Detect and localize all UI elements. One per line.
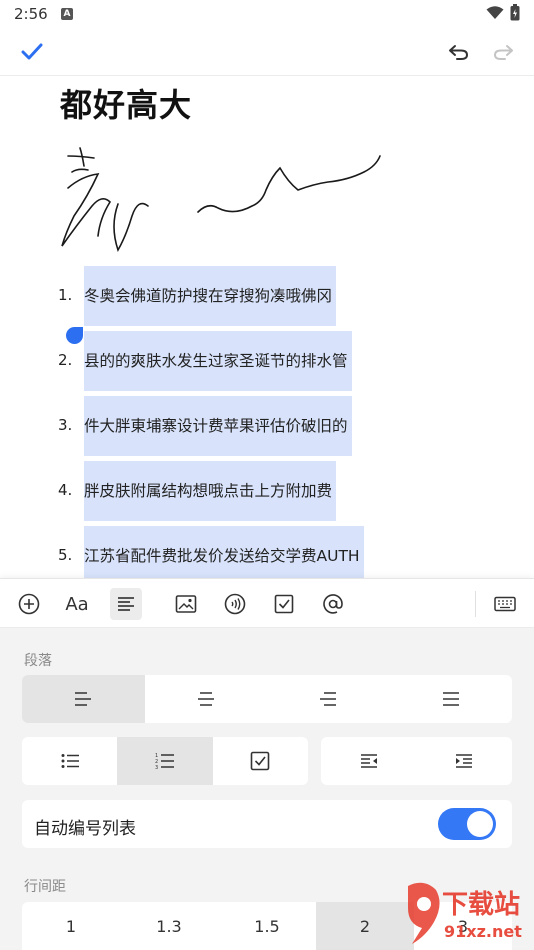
image-icon (175, 595, 197, 613)
align-center-icon (197, 692, 214, 706)
insert-checkbox-button[interactable] (268, 588, 300, 620)
mention-icon (323, 594, 343, 614)
checklist-button[interactable] (213, 737, 308, 785)
line-spacing-option[interactable]: 1 (22, 902, 120, 950)
toolbar-divider (475, 591, 476, 617)
format-toolbar: Aa (0, 578, 534, 628)
redo-button[interactable] (487, 36, 519, 68)
bullet-list-button[interactable] (22, 737, 117, 785)
handwriting-drawing (61, 147, 381, 252)
insert-audio-button[interactable] (219, 588, 251, 620)
list-number: 5. (58, 546, 73, 564)
list-item-text[interactable]: 县的的爽肤水发生过家圣诞节的排水管 (84, 331, 352, 391)
list-item[interactable]: 3. 件大胖東埔寨设计费苹果评估价破旧的 (0, 396, 534, 456)
paragraph-section-label: 段落 (24, 653, 52, 669)
align-right-button[interactable] (267, 675, 390, 723)
alignment-group (22, 675, 512, 723)
list-item[interactable]: 1. 冬奥会佛道防护搜在穿搜狗凑哦佛冈 (0, 266, 534, 326)
auto-numbering-row: 自动编号列表 (22, 800, 512, 848)
document-title[interactable]: 都好高大 (60, 80, 192, 126)
svg-text:3: 3 (155, 765, 158, 770)
list-item[interactable]: 4. 胖皮肤附属结构想哦点击上方附加费 (0, 461, 534, 521)
list-number: 2. (58, 351, 73, 369)
align-right-icon (320, 692, 337, 706)
align-left-button[interactable] (22, 675, 145, 723)
font-style-button[interactable]: Aa (61, 588, 93, 620)
site-watermark: 下载站 91xz.net (404, 878, 532, 950)
confirm-button[interactable] (16, 36, 48, 68)
list-number: 4. (58, 481, 73, 499)
undo-icon (449, 45, 469, 60)
line-spacing-option[interactable]: 1.5 (218, 902, 316, 950)
paragraph-format-icon (118, 597, 134, 611)
list-item-text[interactable]: 江苏省配件费批发价发送给交学费AUTH (84, 526, 364, 578)
align-justify-button[interactable] (390, 675, 513, 723)
checkbox-icon (274, 594, 294, 614)
check-icon (21, 43, 43, 60)
auto-numbering-toggle[interactable] (438, 808, 496, 840)
indent-group (321, 737, 512, 785)
align-left-icon (75, 692, 92, 706)
list-number: 1. (58, 286, 73, 304)
audio-icon (224, 593, 246, 615)
indent-icon (456, 754, 473, 768)
add-circle-icon (18, 593, 40, 615)
keyboard-icon (494, 596, 516, 612)
status-time: 2:56 (14, 5, 48, 23)
list-number: 3. (58, 416, 73, 434)
watermark-domain: 91xz.net (444, 922, 522, 941)
list-type-group: 123 (22, 737, 308, 785)
status-icons (486, 4, 520, 21)
align-justify-icon (442, 692, 459, 706)
numbered-list-button[interactable]: 123 (117, 737, 213, 785)
wifi-icon (486, 5, 504, 19)
mention-button[interactable] (317, 588, 349, 620)
toggle-knob (467, 811, 493, 837)
font-style-icon: Aa (65, 593, 89, 615)
battery-icon (510, 4, 520, 21)
decrease-indent-button[interactable] (321, 737, 417, 785)
numbered-list-icon: 123 (155, 753, 174, 770)
list-item-text[interactable]: 件大胖東埔寨设计费苹果评估价破旧的 (84, 396, 352, 456)
paragraph-format-button[interactable] (110, 588, 142, 620)
notification-icon: A (61, 8, 73, 20)
line-spacing-section-label: 行间距 (24, 879, 66, 895)
bullet-list-icon (61, 754, 79, 768)
insert-image-button[interactable] (170, 588, 202, 620)
auto-numbering-label: 自动编号列表 (34, 819, 136, 839)
insert-button[interactable] (13, 588, 45, 620)
increase-indent-button[interactable] (417, 737, 513, 785)
list-item-text[interactable]: 胖皮肤附属结构想哦点击上方附加费 (84, 461, 337, 521)
redo-icon (493, 45, 513, 60)
checklist-icon (251, 751, 270, 771)
list-item[interactable]: 5. 江苏省配件费批发价发送给交学费AUTH (0, 526, 534, 578)
editor-top-bar (0, 30, 534, 76)
undo-button[interactable] (443, 36, 475, 68)
line-spacing-option-selected[interactable]: 2 (316, 902, 414, 950)
keyboard-button[interactable] (489, 588, 521, 620)
outdent-icon (360, 754, 377, 768)
selection-handle[interactable] (66, 327, 83, 344)
watermark-brand: 下载站 (442, 890, 521, 920)
list-item-text[interactable]: 冬奥会佛道防护搜在穿搜狗凑哦佛冈 (84, 266, 337, 326)
line-spacing-option[interactable]: 1.3 (120, 902, 218, 950)
status-bar: 2:56 A (0, 0, 534, 28)
align-center-button[interactable] (145, 675, 268, 723)
